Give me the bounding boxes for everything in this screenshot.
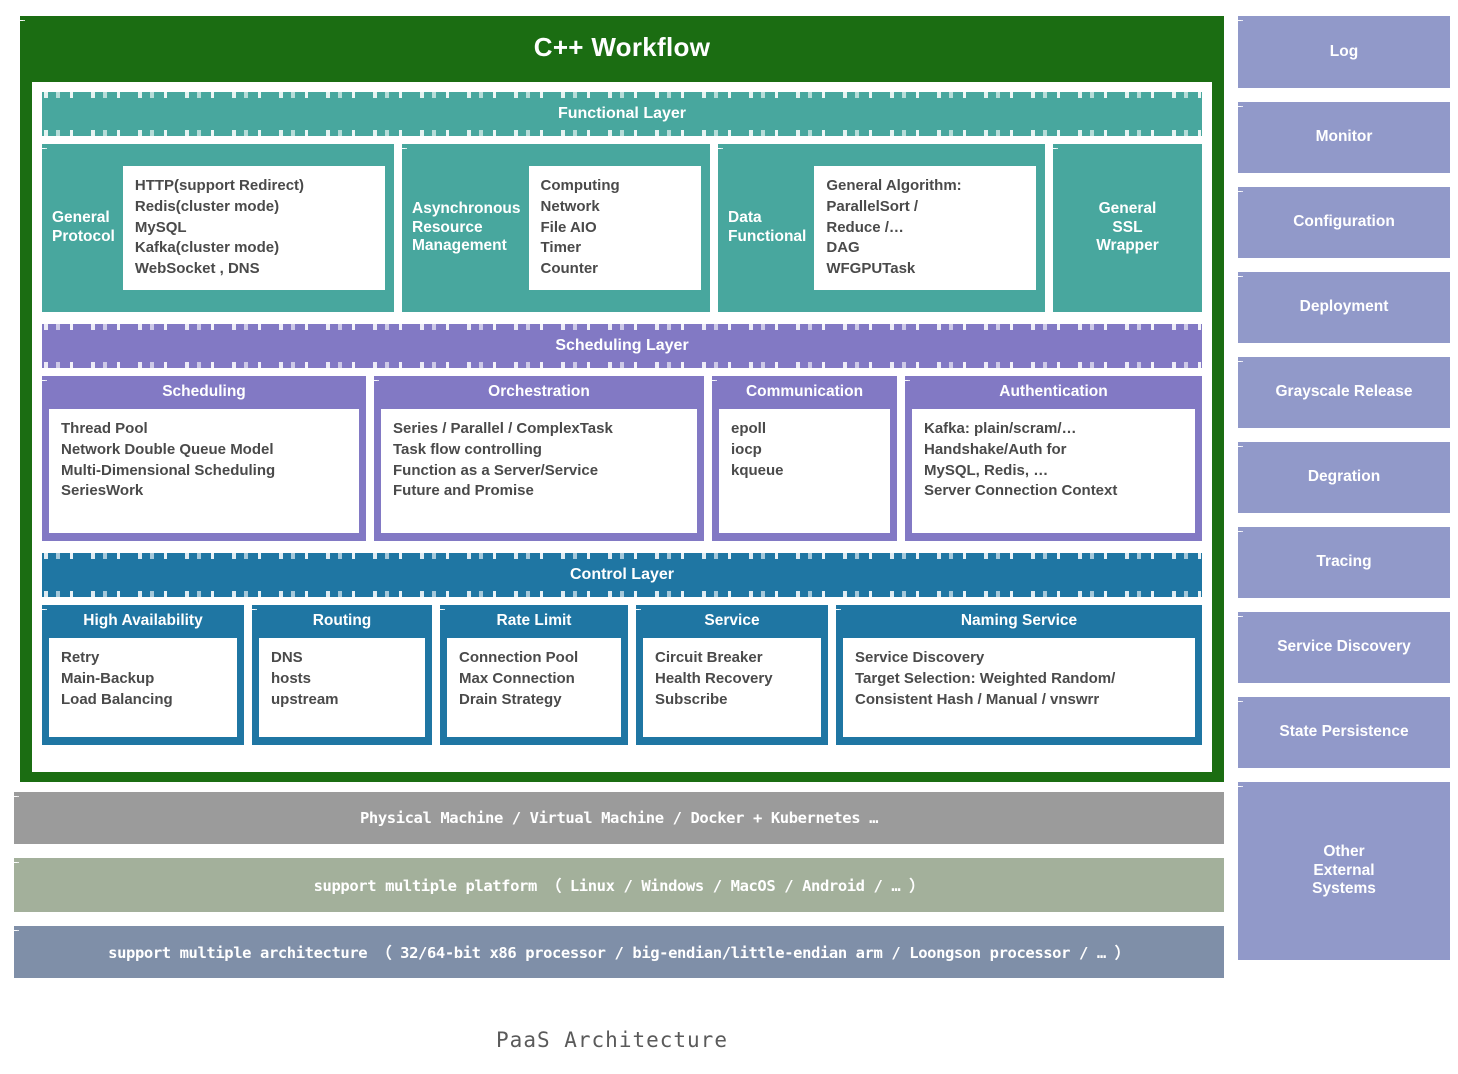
control-layer-label: Control Layer bbox=[569, 566, 674, 583]
card-service-title: Service bbox=[704, 612, 760, 629]
sidebar-item-other-external-systems-label: Other External Systems bbox=[1312, 842, 1376, 898]
card-rate-limit-title: Rate Limit bbox=[496, 612, 572, 629]
card-communication-title: Communication bbox=[745, 383, 864, 400]
card-high-availability[interactable]: High Availability Retry Main-Backup Load… bbox=[39, 603, 244, 745]
card-orchestration-title: Orchestration bbox=[488, 383, 590, 400]
card-high-availability-title: High Availability bbox=[83, 612, 203, 629]
layers-container: Functional Layer General Protocol HTTP(s… bbox=[32, 82, 1212, 772]
card-communication[interactable]: Communication epoll iocp kqueue bbox=[709, 374, 897, 541]
card-service-body: Circuit Breaker Health Recovery Subscrib… bbox=[643, 638, 821, 737]
card-routing[interactable]: Routing DNS hosts upstream bbox=[249, 603, 432, 745]
diagram-caption: PaaS Architecture bbox=[496, 1028, 728, 1052]
sidebar-item-log[interactable]: Log bbox=[1235, 14, 1450, 88]
card-general-protocol-title: General Protocol bbox=[52, 209, 115, 245]
card-async-resource-management-title: Asynchronous Resource Management bbox=[412, 200, 521, 255]
sidebar-item-service-discovery-label: Service Discovery bbox=[1277, 638, 1411, 656]
sidebar-item-state-persistence-label: State Persistence bbox=[1279, 723, 1409, 741]
infra-platform-bar: support multiple platform （ Linux / Wind… bbox=[11, 856, 1224, 912]
card-scheduling[interactable]: Scheduling Thread Pool Network Double Qu… bbox=[39, 374, 366, 541]
card-rate-limit[interactable]: Rate Limit Connection Pool Max Connectio… bbox=[437, 603, 628, 745]
card-data-functional[interactable]: Data Functional General Algorithm: Paral… bbox=[715, 142, 1045, 312]
card-naming-service-body: Service Discovery Target Selection: Weig… bbox=[843, 638, 1195, 737]
diagram-title-bar: C++ Workflow bbox=[20, 16, 1224, 78]
sidebar-item-log-label: Log bbox=[1329, 42, 1359, 60]
scheduling-layer-cards: Scheduling Thread Pool Network Double Qu… bbox=[39, 374, 1202, 541]
functional-layer-label: Functional Layer bbox=[557, 105, 687, 122]
control-layer-header: Control Layer bbox=[39, 552, 1205, 598]
sidebar-item-tracing[interactable]: Tracing bbox=[1235, 525, 1450, 598]
sidebar-item-configuration[interactable]: Configuration bbox=[1235, 185, 1450, 258]
card-authentication-title: Authentication bbox=[999, 383, 1108, 400]
sidebar-item-state-persistence[interactable]: State Persistence bbox=[1235, 695, 1450, 768]
card-scheduling-title: Scheduling bbox=[162, 383, 246, 400]
infra-platform-label: support multiple platform （ Linux / Wind… bbox=[313, 877, 925, 895]
card-authentication-body: Kafka: plain/scram/… Handshake/Auth for … bbox=[912, 409, 1195, 533]
card-naming-service-title: Naming Service bbox=[960, 612, 1078, 629]
infra-architecture-bar: support multiple architecture （ 32/64-bi… bbox=[11, 924, 1224, 978]
sidebar-item-deployment-label: Deployment bbox=[1299, 298, 1389, 316]
sidebar-item-tracing-label: Tracing bbox=[1316, 553, 1372, 571]
sidebar-item-configuration-label: Configuration bbox=[1293, 213, 1395, 231]
sidebar-item-service-discovery[interactable]: Service Discovery bbox=[1235, 610, 1450, 683]
infra-architecture-label: support multiple architecture （ 32/64-bi… bbox=[108, 944, 1130, 962]
card-orchestration[interactable]: Orchestration Series / Parallel / Comple… bbox=[371, 374, 704, 541]
card-data-functional-title: Data Functional bbox=[728, 209, 807, 245]
external-systems-sidebar: Log Monitor Configuration Deployment Gra… bbox=[1235, 14, 1450, 974]
card-general-protocol-body: HTTP(support Redirect) Redis(cluster mod… bbox=[122, 166, 385, 290]
sidebar-item-grayscale-release[interactable]: Grayscale Release bbox=[1235, 355, 1450, 428]
card-high-availability-body: Retry Main-Backup Load Balancing bbox=[49, 638, 237, 737]
card-communication-body: epoll iocp kqueue bbox=[719, 409, 890, 533]
card-async-resource-management[interactable]: Asynchronous Resource Management Computi… bbox=[399, 142, 710, 312]
scheduling-layer-label: Scheduling Layer bbox=[555, 337, 689, 354]
sidebar-item-monitor[interactable]: Monitor bbox=[1235, 100, 1450, 173]
card-service[interactable]: Service Circuit Breaker Health Recovery … bbox=[633, 603, 828, 745]
card-routing-body: DNS hosts upstream bbox=[259, 638, 425, 737]
card-general-ssl-wrapper[interactable]: General SSL Wrapper bbox=[1050, 142, 1202, 312]
infra-machine-bar: Physical Machine / Virtual Machine / Doc… bbox=[11, 790, 1224, 844]
sidebar-item-deployment[interactable]: Deployment bbox=[1235, 270, 1450, 343]
sidebar-item-grayscale-release-label: Grayscale Release bbox=[1275, 383, 1413, 401]
sidebar-item-degration-label: Degration bbox=[1307, 468, 1381, 486]
functional-layer-cards: General Protocol HTTP(support Redirect) … bbox=[39, 142, 1202, 312]
sidebar-item-degration[interactable]: Degration bbox=[1235, 440, 1450, 513]
infra-machine-label: Physical Machine / Virtual Machine / Doc… bbox=[359, 809, 879, 827]
card-naming-service[interactable]: Naming Service Service Discovery Target … bbox=[833, 603, 1202, 745]
scheduling-layer-header: Scheduling Layer bbox=[39, 323, 1205, 369]
functional-layer-header: Functional Layer bbox=[39, 91, 1205, 137]
card-general-ssl-wrapper-title: General SSL Wrapper bbox=[1096, 200, 1159, 255]
card-scheduling-body: Thread Pool Network Double Queue Model M… bbox=[49, 409, 359, 533]
card-routing-title: Routing bbox=[312, 612, 372, 629]
control-layer-cards: High Availability Retry Main-Backup Load… bbox=[39, 603, 1202, 745]
card-rate-limit-body: Connection Pool Max Connection Drain Str… bbox=[447, 638, 621, 737]
cpp-workflow-frame: C++ Workflow Functional Layer General Pr… bbox=[17, 14, 1224, 782]
card-authentication[interactable]: Authentication Kafka: plain/scram/… Hand… bbox=[902, 374, 1202, 541]
card-async-resource-management-body: Computing Network File AIO Timer Counter bbox=[528, 166, 701, 290]
card-orchestration-body: Series / Parallel / ComplexTask Task flo… bbox=[381, 409, 697, 533]
card-general-protocol[interactable]: General Protocol HTTP(support Redirect) … bbox=[39, 142, 394, 312]
card-data-functional-body: General Algorithm: ParallelSort / Reduce… bbox=[814, 166, 1036, 290]
page-title: C++ Workflow bbox=[533, 31, 711, 62]
sidebar-item-other-external-systems[interactable]: Other External Systems bbox=[1235, 780, 1450, 960]
sidebar-item-monitor-label: Monitor bbox=[1315, 128, 1373, 146]
